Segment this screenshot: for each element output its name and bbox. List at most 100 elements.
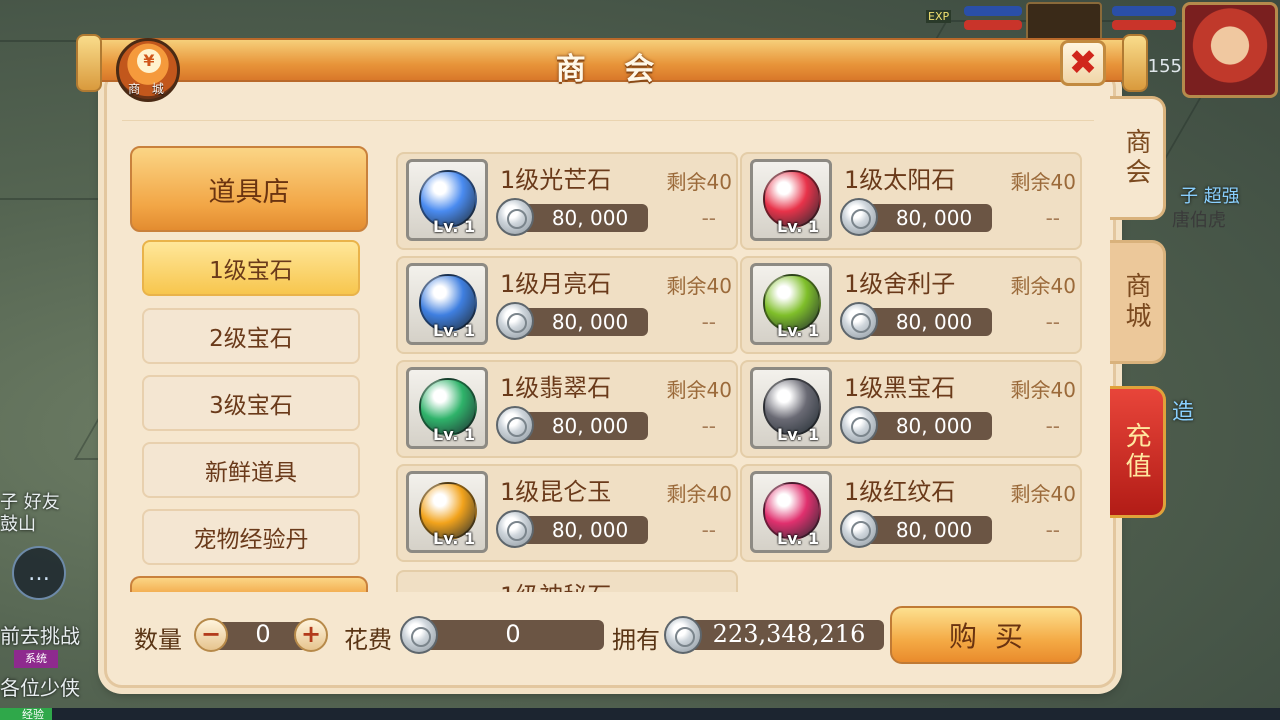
quantity-plus-button[interactable]: +: [294, 618, 328, 652]
silver-coin-icon: [496, 302, 534, 340]
item-stock: 剩余40: [666, 378, 732, 402]
item-price: 80, 000: [551, 310, 629, 334]
item-card[interactable]: Lv. 1 1级舍利子 剩余40 80, 000 --: [740, 256, 1082, 354]
item-discount: --: [1045, 414, 1060, 438]
mall-badge-label: 商 城: [128, 82, 168, 96]
hud-npc-name: 唐伯虎: [1172, 210, 1226, 231]
item-stock: 剩余40: [666, 170, 732, 194]
category-level1-gem[interactable]: 1级宝石: [142, 240, 360, 296]
silver-coin-icon: [840, 406, 878, 444]
item-icon-frame: Lv. 1: [750, 367, 832, 449]
player-portrait[interactable]: [1182, 2, 1278, 98]
item-price: 80, 000: [895, 414, 973, 438]
pet-hp-bar: [964, 20, 1022, 30]
item-name: 1级黑宝石: [844, 374, 956, 402]
yen-icon: ¥: [137, 49, 161, 73]
item-stock: 剩余40: [1010, 274, 1076, 298]
item-discount: --: [1045, 518, 1060, 542]
category-level3-gem[interactable]: 3级宝石: [142, 375, 360, 431]
quantity-minus-button[interactable]: −: [194, 618, 228, 652]
tab-recharge[interactable]: 充值: [1110, 386, 1166, 518]
item-level: Lv. 1: [777, 321, 820, 340]
hud-challenge-text: 前去挑战: [0, 624, 80, 648]
silver-coin-icon: [840, 198, 878, 236]
item-stock: 剩余40: [1010, 170, 1076, 194]
divider: [122, 120, 1094, 121]
item-card[interactable]: Lv. 1 1级光芒石 剩余40 80, 000 --: [396, 152, 738, 250]
item-name: 1级翡翠石: [500, 374, 612, 402]
item-name: 1级月亮石: [500, 270, 612, 298]
dialog-title-bar: 商 会: [76, 34, 1148, 92]
item-name: 1级红纹石: [844, 478, 956, 506]
system-tag: 系统: [14, 650, 58, 668]
exp-bar: 经验: [0, 708, 1280, 720]
item-name: 1级太阳石: [844, 166, 956, 194]
silver-coin-icon: [400, 616, 438, 654]
item-price: 80, 000: [895, 206, 973, 230]
category-item-shop[interactable]: 道具店: [130, 146, 368, 232]
silver-coin-icon: [496, 198, 534, 236]
item-icon-frame: Lv. 1: [406, 471, 488, 553]
item-card[interactable]: Lv. 1 1级红纹石 剩余40 80, 000 --: [740, 464, 1082, 562]
item-discount: --: [701, 310, 716, 334]
item-price: 80, 000: [895, 310, 973, 334]
owned-label: 拥有: [612, 626, 660, 654]
item-card[interactable]: Lv. 1 1级黑宝石 剩余40 80, 000 --: [740, 360, 1082, 458]
item-stock: 剩余40: [1010, 378, 1076, 402]
item-level: Lv. 1: [777, 529, 820, 548]
silver-coin-icon: [664, 616, 702, 654]
item-card[interactable]: Lv. 1 1级太阳石 剩余40 80, 000 --: [740, 152, 1082, 250]
hud-right-text-2: 造: [1172, 400, 1195, 425]
item-discount: --: [1045, 310, 1060, 334]
item-discount: --: [701, 206, 716, 230]
item-level: Lv. 1: [433, 321, 476, 340]
item-card[interactable]: Lv. 1 1级昆仑玉 剩余40 80, 000 --: [396, 464, 738, 562]
item-discount: --: [1045, 206, 1060, 230]
tab-mall[interactable]: 商城: [1110, 240, 1166, 364]
player-mp-bar: [1112, 6, 1176, 16]
category-fresh-items[interactable]: 新鲜道具: [142, 442, 360, 498]
tab-chamber-of-commerce[interactable]: 商会: [1110, 96, 1166, 220]
item-level: Lv. 1: [433, 217, 476, 236]
exp-tag: EXP: [926, 10, 952, 23]
category-level2-gem[interactable]: 2级宝石: [142, 308, 360, 364]
item-price: 80, 000: [551, 206, 629, 230]
item-stock: 剩余40: [666, 274, 732, 298]
close-button[interactable]: ✖: [1060, 40, 1106, 86]
item-name: 1级光芒石: [500, 166, 612, 194]
silver-coin-icon: [496, 406, 534, 444]
item-icon-frame: Lv. 1: [750, 263, 832, 345]
item-icon-frame: Lv. 1: [750, 159, 832, 241]
item-icon-frame: Lv. 1: [406, 263, 488, 345]
item-card[interactable]: Lv. 1 1级月亮石 剩余40 80, 000 --: [396, 256, 738, 354]
item-stock: 剩余40: [666, 482, 732, 506]
silver-coin-icon: [840, 510, 878, 548]
buy-button[interactable]: 购买: [890, 606, 1082, 664]
item-name: 1级昆仑玉: [500, 478, 612, 506]
cost-label: 花费: [344, 626, 392, 654]
item-discount: --: [701, 414, 716, 438]
silver-coin-icon: [840, 302, 878, 340]
item-level: Lv. 1: [433, 529, 476, 548]
owned-value: 223,348,216: [712, 620, 866, 648]
item-price: 80, 000: [895, 518, 973, 542]
hud-notice-text: 各位少侠: [0, 676, 80, 700]
category-pet-exp-pill[interactable]: 宠物经验丹: [142, 509, 360, 565]
item-price: 80, 000: [551, 518, 629, 542]
item-price: 80, 000: [551, 414, 629, 438]
item-icon-frame: Lv. 1: [750, 471, 832, 553]
dialog-title: 商 会: [555, 52, 669, 87]
exp-label: 经验: [22, 708, 44, 720]
pet-portrait[interactable]: [1026, 2, 1102, 42]
hud-location-text: 鼓山: [0, 514, 36, 535]
chat-icon[interactable]: …: [12, 546, 66, 600]
quantity-value: 0: [255, 620, 271, 648]
item-icon-frame: Lv. 1: [406, 159, 488, 241]
item-icon-frame: Lv. 1: [406, 367, 488, 449]
item-card[interactable]: Lv. 1 1级翡翠石 剩余40 80, 000 --: [396, 360, 738, 458]
item-level: Lv. 1: [777, 425, 820, 444]
player-hp-bar: [1112, 20, 1176, 30]
cost-value: 0: [505, 620, 521, 648]
silver-coin-icon: [496, 510, 534, 548]
player-level: 155: [1147, 56, 1182, 77]
